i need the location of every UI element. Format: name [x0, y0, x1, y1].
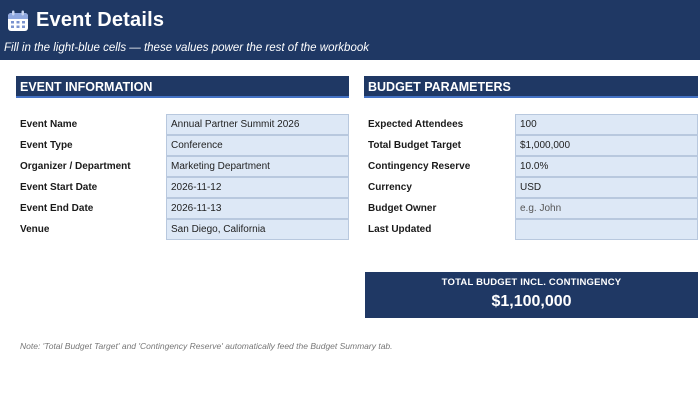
event-type-label: Event Type [20, 140, 73, 151]
contingency-reserve-label: Contingency Reserve [368, 161, 471, 172]
event-name-row: Event Name Annual Partner Summit 2026 [20, 114, 349, 135]
currency-row: Currency USD [368, 177, 698, 198]
event-start-date-label: Event Start Date [20, 182, 98, 193]
expected-attendees-label: Expected Attendees [368, 119, 464, 130]
expected-attendees-row: Expected Attendees 100 [368, 114, 698, 135]
total-budget-label: TOTAL BUDGET INCL. CONTINGENCY [441, 277, 622, 288]
budget-owner-cell[interactable]: e.g. John [515, 198, 698, 219]
event-end-date-label: Event End Date [20, 203, 94, 214]
venue-label: Venue [20, 224, 50, 235]
footnote: Note: 'Total Budget Target' and 'Conting… [20, 341, 393, 351]
total-budget-target-row: Total Budget Target $1,000,000 [368, 135, 698, 156]
event-end-date-cell[interactable]: 2026-11-13 [166, 198, 349, 219]
event-type-cell[interactable]: Conference [166, 135, 349, 156]
event-name-cell[interactable]: Annual Partner Summit 2026 [166, 114, 349, 135]
organizer-cell[interactable]: Marketing Department [166, 156, 349, 177]
organizer-label: Organizer / Department [20, 161, 131, 172]
budget-owner-row: Budget Owner e.g. John [368, 198, 698, 219]
event-information-heading: EVENT INFORMATION [16, 76, 349, 98]
calendar-icon [8, 10, 28, 31]
currency-cell[interactable]: USD [515, 177, 698, 198]
event-end-date-row: Event End Date 2026-11-13 [20, 198, 349, 219]
page-subtitle: Fill in the light-blue cells — these val… [4, 42, 369, 54]
event-name-label: Event Name [20, 119, 78, 130]
total-budget-value[interactable]: $1,100,000 [365, 293, 698, 311]
contingency-reserve-row: Contingency Reserve 10.0% [368, 156, 698, 177]
budget-owner-label: Budget Owner [368, 203, 437, 214]
total-budget-target-label: Total Budget Target [368, 140, 461, 151]
total-budget-target-cell[interactable]: $1,000,000 [515, 135, 698, 156]
last-updated-label: Last Updated [368, 224, 432, 235]
organizer-row: Organizer / Department Marketing Departm… [20, 156, 349, 177]
last-updated-cell[interactable] [515, 219, 698, 240]
page-title: Event Details [36, 9, 165, 31]
title-banner: Event Details Fill in the light-blue cel… [0, 0, 700, 60]
total-budget-box: TOTAL BUDGET INCL. CONTINGENCY $1,100,00… [365, 272, 698, 318]
budget-parameters-heading: BUDGET PARAMETERS [364, 76, 698, 98]
expected-attendees-cell[interactable]: 100 [515, 114, 698, 135]
last-updated-row: Last Updated [368, 219, 698, 240]
venue-row: Venue San Diego, California [20, 219, 349, 240]
event-start-date-cell[interactable]: 2026-11-12 [166, 177, 349, 198]
venue-cell[interactable]: San Diego, California [166, 219, 349, 240]
event-type-row: Event Type Conference [20, 135, 349, 156]
event-start-date-row: Event Start Date 2026-11-12 [20, 177, 349, 198]
currency-label: Currency [368, 182, 412, 193]
contingency-reserve-cell[interactable]: 10.0% [515, 156, 698, 177]
